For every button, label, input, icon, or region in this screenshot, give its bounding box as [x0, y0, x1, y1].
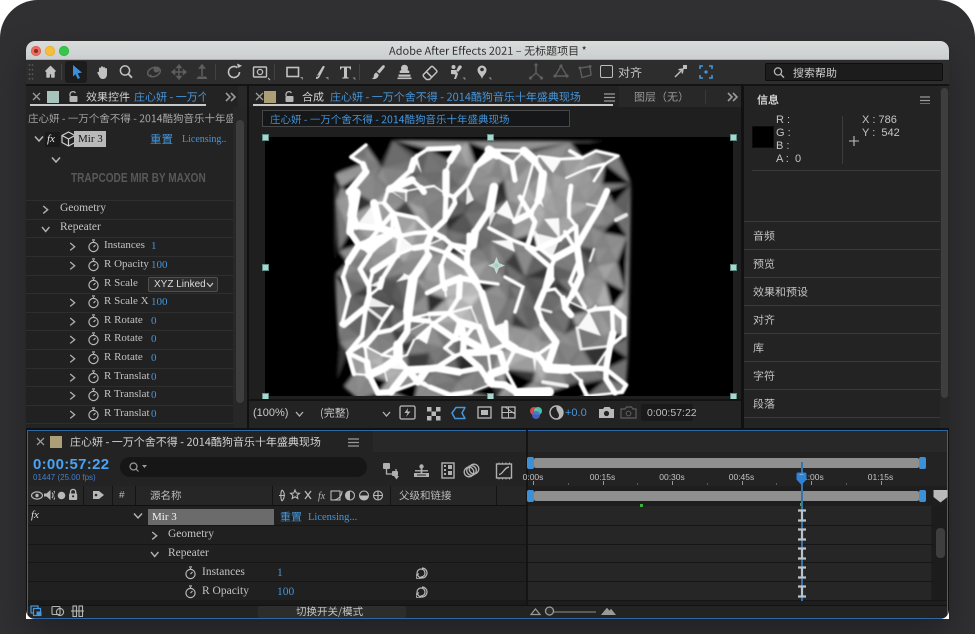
svg-text:fx: fx: [318, 491, 326, 502]
